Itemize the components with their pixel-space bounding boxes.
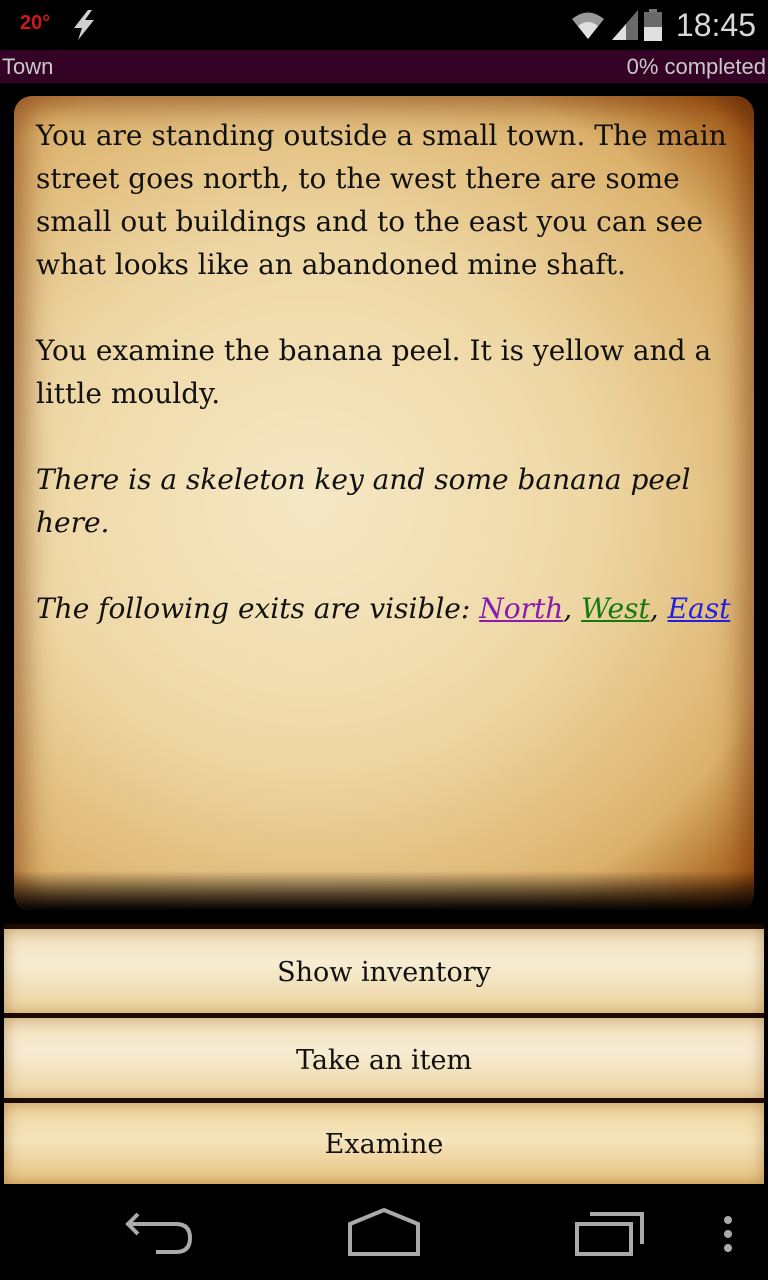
- exit-separator: ,: [649, 592, 668, 625]
- exit-separator: ,: [563, 592, 582, 625]
- temperature-indicator: 20°: [20, 12, 51, 34]
- lightning-icon: [74, 10, 94, 40]
- status-icons: 18:45: [570, 4, 756, 46]
- signal-icon: [611, 10, 638, 40]
- home-icon[interactable]: [346, 1208, 422, 1258]
- exit-link-north[interactable]: North: [479, 592, 563, 625]
- status-bar: 20° 18:45: [0, 0, 768, 50]
- back-icon[interactable]: [124, 1208, 194, 1258]
- navigation-bar: [0, 1184, 768, 1280]
- show-inventory-button[interactable]: Show inventory: [4, 924, 764, 1020]
- story-panel[interactable]: You are standing outside a small town. T…: [14, 96, 754, 911]
- title-bar: Town 0% completed: [0, 50, 768, 83]
- take-item-button[interactable]: Take an item: [4, 1013, 764, 1107]
- items-here-text: There is a skeleton key and some banana …: [36, 463, 691, 539]
- clock: 18:45: [675, 6, 756, 43]
- examine-button[interactable]: Examine: [4, 1098, 764, 1190]
- exits-line: The following exits are visible: North, …: [36, 587, 734, 630]
- location-title: Town: [2, 54, 54, 79]
- exits-prefix: The following exits are visible:: [36, 592, 480, 625]
- battery-icon: [643, 9, 662, 41]
- overflow-menu-icon[interactable]: [718, 1208, 738, 1258]
- wifi-icon: [571, 12, 604, 39]
- exit-link-west[interactable]: West: [581, 592, 650, 625]
- exit-link-east[interactable]: East: [668, 592, 731, 625]
- story-text: You are standing outside a small town. T…: [36, 114, 734, 673]
- story-paragraph: You are standing outside a small town. T…: [36, 119, 727, 281]
- progress-text: 0% completed: [626, 54, 766, 79]
- story-paragraph: You examine the banana peel. It is yello…: [36, 334, 712, 410]
- recent-apps-icon[interactable]: [574, 1208, 646, 1258]
